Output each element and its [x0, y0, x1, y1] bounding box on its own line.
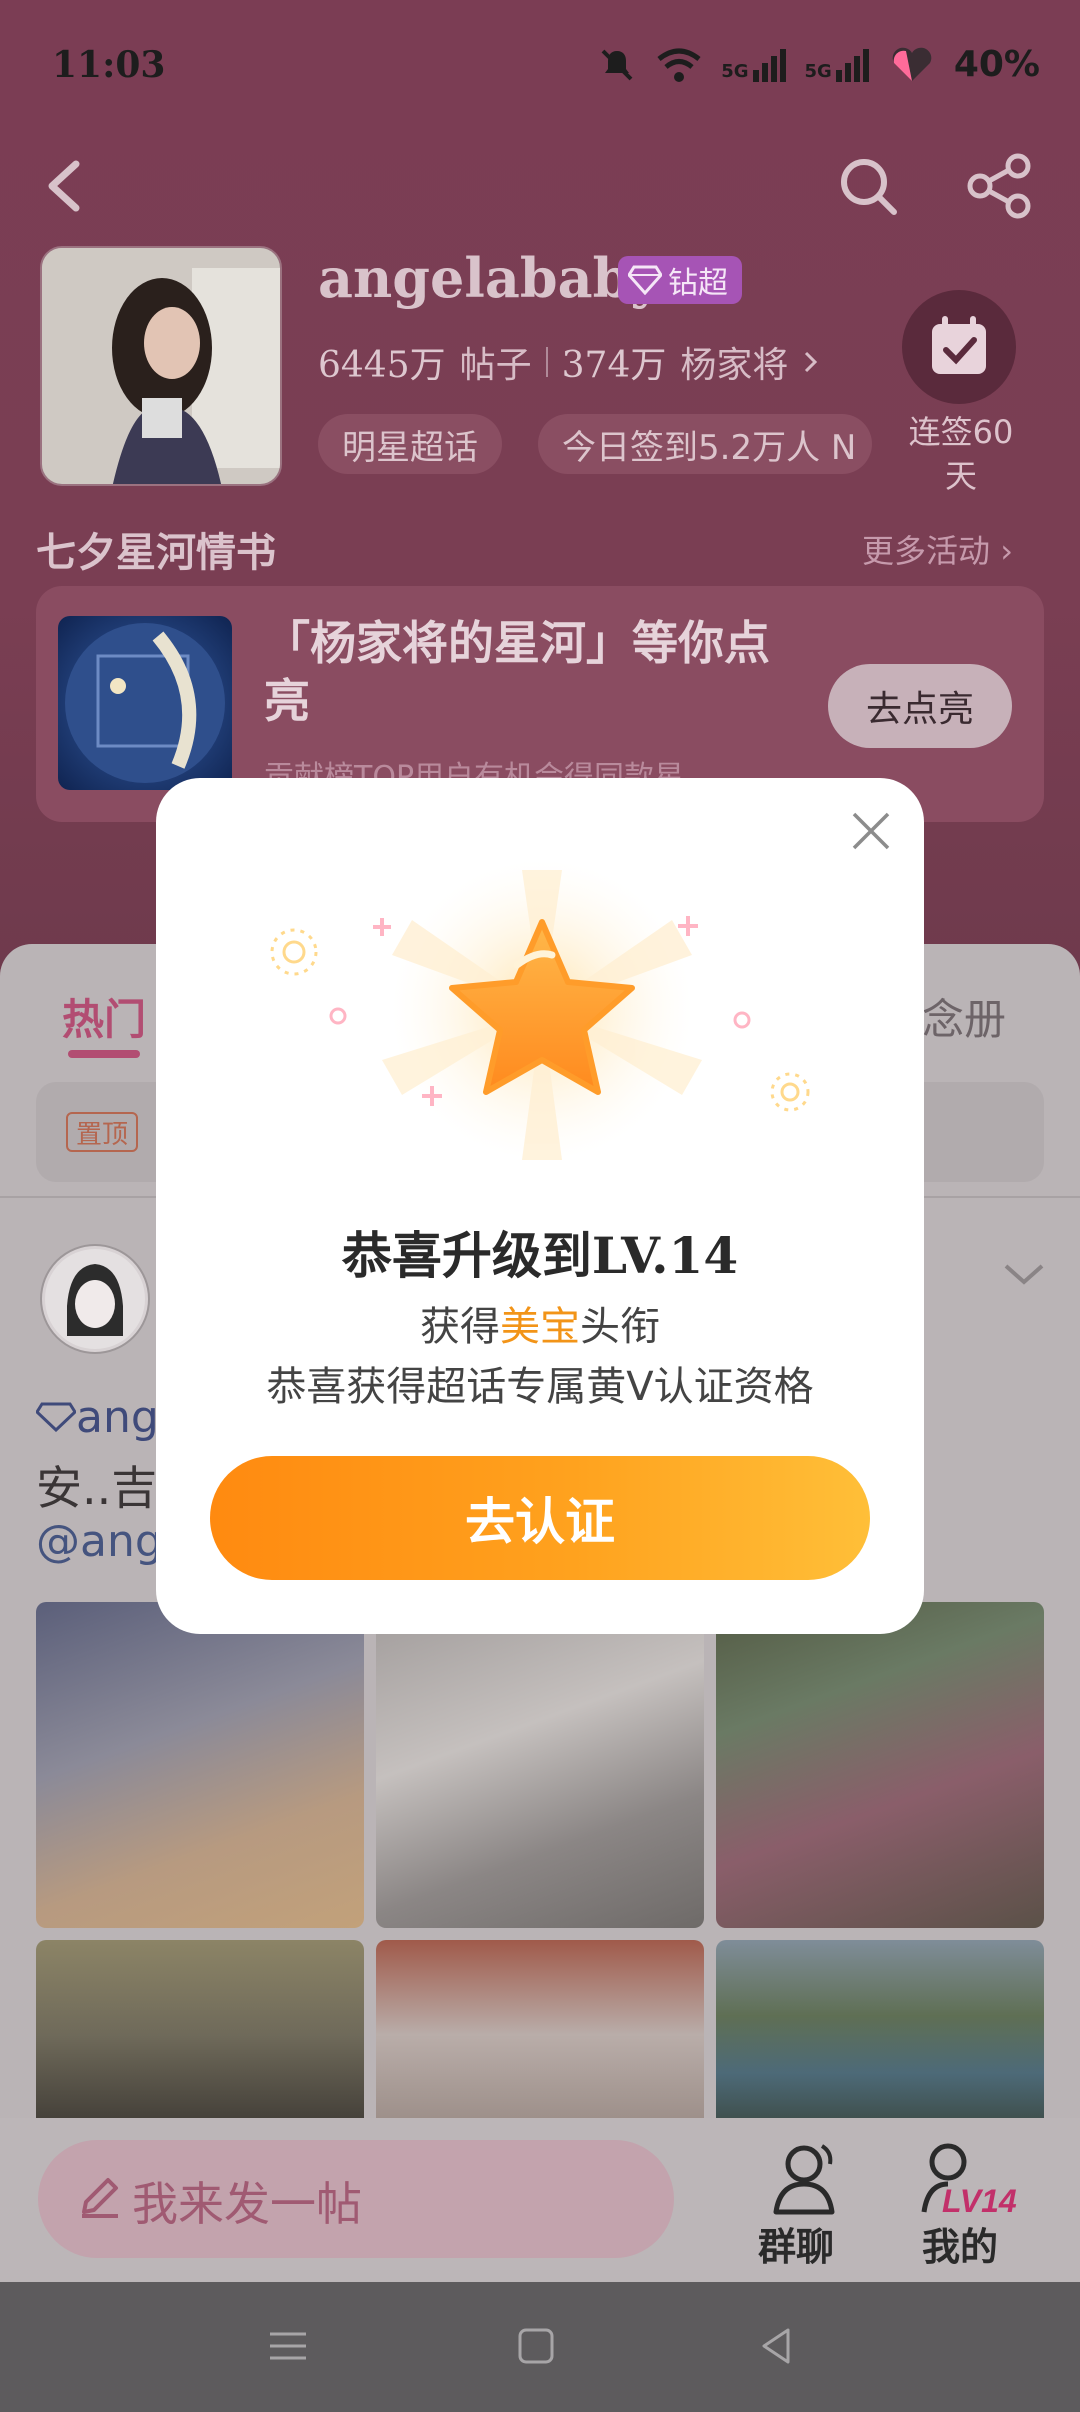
- posts-label: 帖子: [459, 345, 532, 386]
- post-image-6[interactable]: [716, 1940, 1044, 2130]
- checkin-count-tag[interactable]: 今日签到5.2万人 N: [538, 414, 872, 474]
- calendar-check-icon: [932, 316, 986, 374]
- status-time: 11:03: [52, 44, 166, 86]
- back-nav-icon[interactable]: [756, 2326, 796, 2366]
- signal-1-icon: 5G: [721, 48, 786, 82]
- light-up-button[interactable]: 去点亮: [828, 664, 1012, 748]
- dialog-reward-line: 获得美宝头衔: [420, 1304, 660, 1350]
- back-icon[interactable]: [36, 150, 96, 222]
- menu-icon[interactable]: [268, 2326, 308, 2366]
- avatar-portrait: [42, 248, 280, 484]
- dialog-qualification-line: 恭喜获得超话专属黄V认证资格: [266, 1364, 814, 1410]
- tab-indicator: [68, 1050, 140, 1058]
- chevron-right-icon: [805, 351, 818, 373]
- star-celebration-icon: [270, 860, 810, 1160]
- post-author-name: ang: [35, 1392, 159, 1443]
- group-chat-icon[interactable]: [756, 2138, 842, 2218]
- category-tag[interactable]: 明星超话: [318, 414, 502, 474]
- topic-avatar[interactable]: [40, 246, 282, 486]
- checkin-streak: 连签60天: [908, 413, 1014, 495]
- my-profile-icon[interactable]: LV14: [918, 2138, 1018, 2218]
- post-image-5[interactable]: [376, 1940, 704, 2130]
- stats-divider: [545, 347, 548, 377]
- search-icon[interactable]: [836, 150, 900, 222]
- battery-percent: 40%: [953, 44, 1040, 85]
- home-icon[interactable]: [516, 2326, 556, 2366]
- diamond-icon: [35, 1402, 77, 1433]
- diamond-icon: [628, 265, 662, 295]
- my-profile-label[interactable]: 我的: [922, 2216, 998, 2271]
- activity-section-title: 七夕星河情书: [36, 530, 276, 576]
- post-text: 安..吉: [36, 1461, 158, 1515]
- badge-label: 钻超: [668, 266, 728, 301]
- dialog-title: 恭喜升级到LV.14: [341, 1226, 739, 1285]
- status-icons: 5G 5G 40%: [597, 44, 1040, 85]
- svg-text:LV14: LV14: [942, 2183, 1017, 2218]
- close-icon[interactable]: [846, 806, 896, 856]
- topic-title: angelababy: [318, 246, 662, 310]
- compose-placeholder: 我来发一帖: [132, 2177, 362, 2231]
- more-activities-link[interactable]: 更多活动 ›: [862, 526, 1013, 572]
- post-image-2[interactable]: [376, 1602, 704, 1928]
- pencil-icon: [82, 2178, 118, 2218]
- pinned-tag: 置顶: [66, 1112, 139, 1152]
- fans-label[interactable]: 杨家将: [680, 336, 788, 388]
- signal-2-icon: 5G: [805, 48, 870, 82]
- reward-title: 美宝: [500, 1304, 580, 1350]
- chevron-down-icon[interactable]: [1000, 1250, 1048, 1298]
- post-image-4[interactable]: [36, 1940, 364, 2130]
- wifi-icon: [657, 48, 701, 82]
- battery-heart-icon: [892, 47, 932, 81]
- post-image-1[interactable]: [36, 1602, 364, 1928]
- super-topic-badge: 钻超: [618, 256, 742, 304]
- mute-icon: [601, 49, 633, 80]
- cartoon-avatar: [45, 1249, 145, 1349]
- verify-button[interactable]: 去认证: [210, 1456, 870, 1580]
- post-author-avatar[interactable]: [40, 1244, 150, 1354]
- activity-thumbnail: [58, 616, 232, 790]
- group-chat-label[interactable]: 群聊: [758, 2216, 834, 2271]
- topic-stats: 6445万 帖子 374万 杨家将: [318, 336, 820, 388]
- system-navigation-bar: [0, 2282, 1080, 2412]
- posts-count: 6445万: [318, 345, 446, 386]
- fans-count[interactable]: 374万: [562, 336, 667, 388]
- tab-hot[interactable]: 热门: [62, 986, 146, 1047]
- post-image-3[interactable]: [716, 1602, 1044, 1928]
- checkin-button[interactable]: [902, 290, 1016, 404]
- star-river-image: [65, 623, 225, 783]
- status-bar: 11:03 5G 5G 40%: [0, 0, 1080, 140]
- share-icon[interactable]: [964, 150, 1036, 222]
- activity-card-title: 「杨家将的星河」等你点亮: [264, 616, 770, 728]
